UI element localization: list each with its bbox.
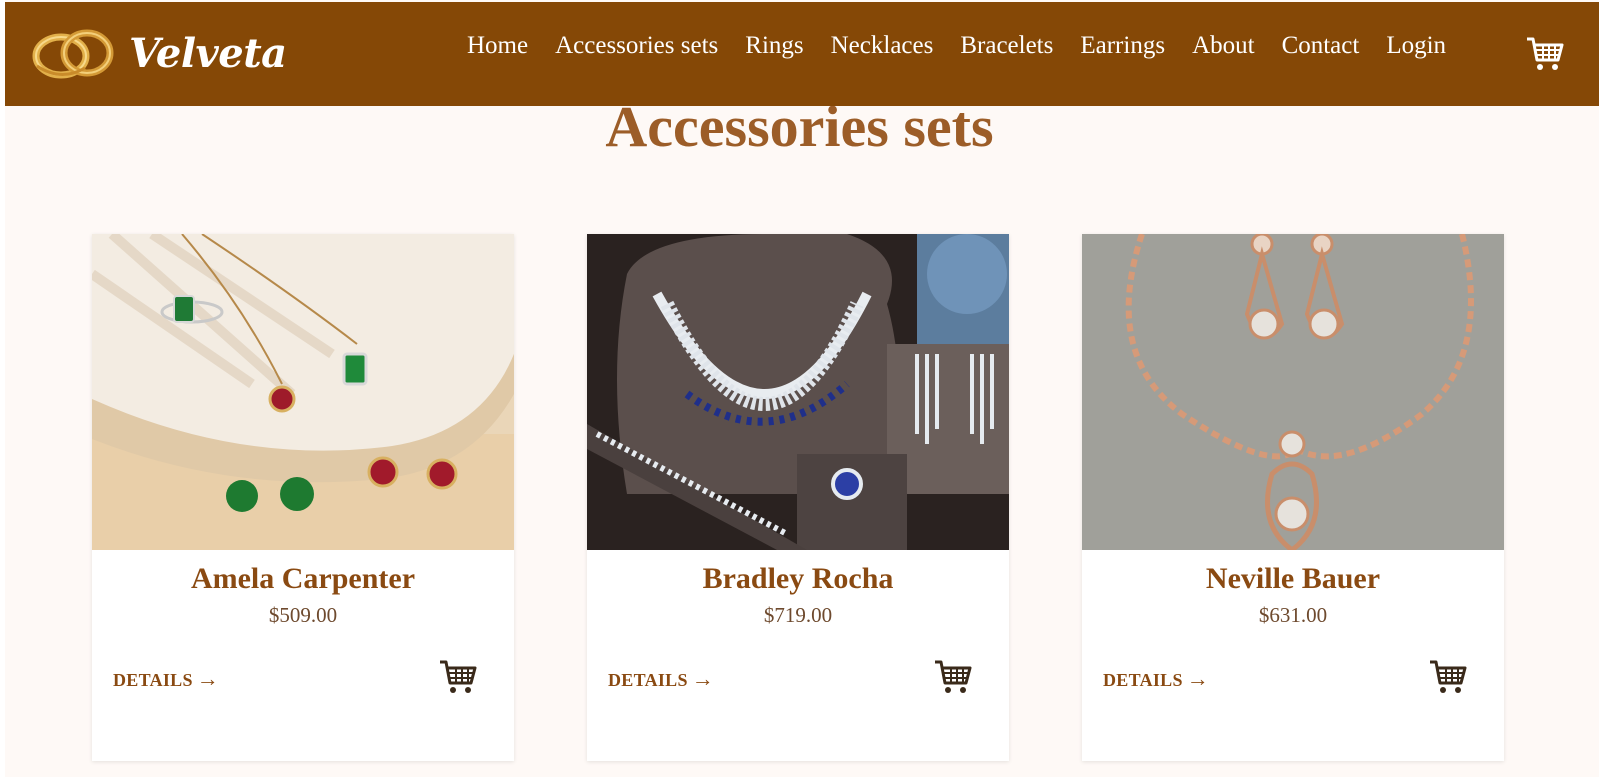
- product-price: $631.00: [1258, 603, 1328, 627]
- product-price: $719.00: [763, 603, 833, 627]
- details-link[interactable]: DETAILS →: [608, 666, 714, 692]
- nav-necklaces[interactable]: Necklaces: [831, 32, 934, 60]
- product-image[interactable]: [587, 234, 1009, 550]
- details-link[interactable]: DETAILS →: [113, 666, 219, 692]
- wedding-rings-icon: [32, 29, 114, 79]
- product-card: Neville Bauer $631.00 DETAILS →: [1082, 234, 1504, 761]
- add-to-cart-icon[interactable]: [934, 659, 972, 700]
- brand-name: Velveta: [129, 29, 287, 77]
- product-card: Bradley Rocha $719.00 DETAILS →: [587, 234, 1009, 761]
- arrow-right-icon: →: [1186, 666, 1210, 691]
- site-header: Velveta Home Accessories sets Rings Neck…: [5, 2, 1599, 106]
- nav-login[interactable]: Login: [1386, 32, 1446, 60]
- arrow-right-icon: →: [196, 666, 220, 691]
- add-to-cart-icon[interactable]: [1429, 659, 1467, 700]
- nav-bracelets[interactable]: Bracelets: [960, 32, 1053, 60]
- logo[interactable]: Velveta: [31, 24, 287, 82]
- product-price: $509.00: [268, 603, 338, 627]
- nav-rings[interactable]: Rings: [745, 32, 803, 60]
- main-nav: Home Accessories sets Rings Necklaces Br…: [467, 32, 1473, 60]
- nav-contact[interactable]: Contact: [1282, 32, 1360, 60]
- product-image[interactable]: [92, 234, 514, 550]
- nav-home[interactable]: Home: [467, 32, 528, 60]
- nav-about[interactable]: About: [1192, 32, 1255, 60]
- product-card: Amela Carpenter $509.00 DETAILS →: [92, 234, 514, 761]
- product-name[interactable]: Neville Bauer: [1082, 562, 1504, 596]
- cart-icon[interactable]: [1526, 36, 1564, 77]
- details-link[interactable]: DETAILS →: [1103, 666, 1209, 692]
- arrow-right-icon: →: [691, 666, 715, 691]
- product-image[interactable]: [1082, 234, 1504, 550]
- product-name[interactable]: Amela Carpenter: [92, 562, 514, 596]
- nav-accessories-sets[interactable]: Accessories sets: [555, 32, 718, 60]
- product-name[interactable]: Bradley Rocha: [587, 562, 1009, 596]
- add-to-cart-icon[interactable]: [439, 659, 477, 700]
- nav-earrings[interactable]: Earrings: [1080, 32, 1165, 60]
